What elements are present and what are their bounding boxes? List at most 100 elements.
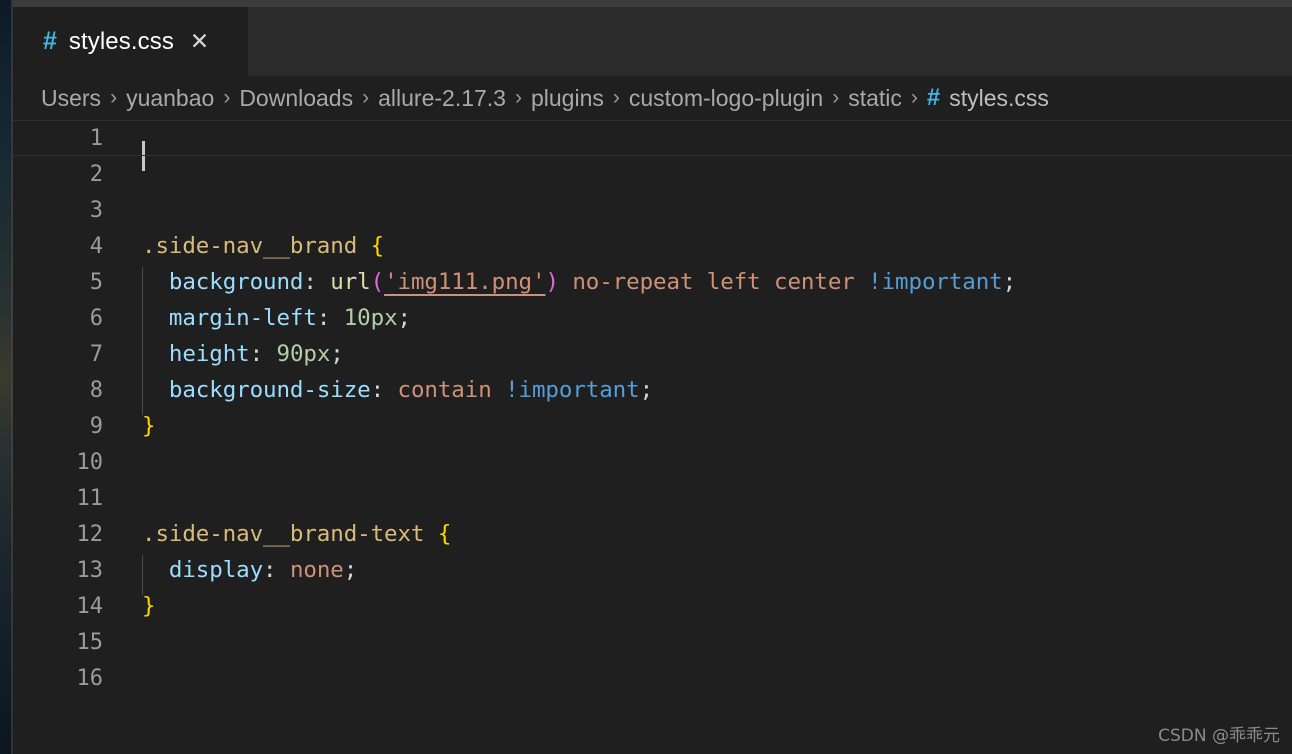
code-token: url (330, 269, 371, 295)
code-token: ; (639, 377, 654, 403)
line-number: 11 (76, 485, 104, 511)
line-number: 1 (89, 125, 103, 151)
code-token: 90px (276, 341, 331, 367)
breadcrumb-separator-icon: › (514, 86, 522, 109)
code-token: { (437, 521, 452, 547)
code-token: display (168, 557, 264, 583)
breadcrumb: Users › yuanbao › Downloads › allure-2.1… (13, 76, 1292, 120)
breadcrumb-separator-icon: › (223, 86, 231, 109)
breadcrumb-file-label: styles.css (949, 84, 1049, 111)
code-token: } (142, 413, 156, 439)
line-number: 16 (76, 665, 104, 691)
code-line-content[interactable]: margin-left: 10px; (103, 303, 1292, 343)
tab-styles-css[interactable]: # styles.css ✕ (13, 7, 248, 76)
breadcrumb-item-users[interactable]: Users (41, 85, 101, 112)
desktop-wallpaper-sliver (0, 0, 13, 754)
code-token: height (168, 341, 250, 367)
tab-title-label: styles.css (68, 27, 174, 55)
code-token: ) (545, 269, 559, 295)
code-line[interactable]: 7 height: 90px; (13, 336, 1292, 379)
code-line-content[interactable]: background: url('img111.png') no-repeat … (103, 267, 1292, 307)
line-number: 15 (76, 629, 104, 655)
watermark-label: CSDN @乖乖元 (1158, 726, 1280, 746)
window-title-bar-strip (13, 0, 1292, 7)
line-number: 10 (76, 449, 104, 475)
close-icon[interactable]: ✕ (190, 30, 209, 53)
code-line-content[interactable]: .side-nav__brand-text { (103, 521, 1292, 547)
breadcrumb-item-yuanbao[interactable]: yuanbao (126, 85, 214, 112)
line-number: 5 (89, 269, 103, 295)
breadcrumb-separator-icon: › (612, 86, 620, 109)
line-number: 6 (89, 305, 103, 331)
code-line-content[interactable]: .side-nav__brand { (103, 233, 1292, 259)
code-token: ; (1002, 269, 1017, 295)
code-line[interactable]: 5 background: url('img111.png') no-repea… (13, 264, 1292, 307)
code-line-content[interactable]: } (103, 413, 1292, 439)
code-token: background (168, 269, 304, 295)
line-number: 7 (89, 341, 103, 367)
code-token: 'img111.png' (384, 269, 546, 295)
code-line[interactable]: 14} (13, 588, 1292, 624)
vscode-editor-window: # styles.css ✕ Users › yuanbao › Downloa… (0, 0, 1292, 754)
code-token: } (142, 593, 156, 619)
line-number: 3 (89, 197, 103, 223)
code-token: : (263, 557, 290, 583)
breadcrumb-separator-icon: › (910, 86, 918, 109)
code-token: .side-nav__brand-text (142, 521, 438, 547)
breadcrumb-item-static[interactable]: static (848, 85, 902, 112)
code-line-content[interactable]: display: none; (103, 555, 1292, 595)
line-number: 12 (76, 521, 104, 547)
code-line-content[interactable]: height: 90px; (103, 339, 1292, 379)
code-token: .side-nav__brand (142, 233, 371, 259)
breadcrumb-item-downloads[interactable]: Downloads (239, 85, 353, 112)
breadcrumb-item-custom-logo-plugin[interactable]: custom-logo-plugin (629, 85, 823, 112)
breadcrumb-item-file[interactable]: # styles.css (927, 84, 1049, 112)
code-token: margin-left (168, 305, 317, 331)
breadcrumb-separator-icon: › (832, 86, 840, 109)
code-line[interactable]: 9} (13, 408, 1292, 444)
code-line[interactable]: 4 .side-nav__brand { (13, 228, 1292, 264)
code-token: ; (397, 305, 412, 331)
code-token: { (370, 233, 385, 259)
code-token: no-repeat left center (558, 269, 869, 295)
code-line[interactable]: 16 (13, 660, 1292, 696)
code-token: !important (505, 377, 640, 403)
line-number: 14 (76, 593, 104, 619)
line-number: 8 (89, 377, 103, 403)
code-line[interactable]: 15 (13, 624, 1292, 660)
editor-tab-bar: # styles.css ✕ (13, 7, 1292, 76)
code-token: ; (330, 341, 344, 367)
css-file-hash-icon: # (926, 84, 940, 111)
code-line[interactable]: 13 display: none; (13, 552, 1292, 595)
line-number: 2 (89, 161, 103, 187)
breadcrumb-separator-icon: › (110, 86, 118, 109)
code-line[interactable]: 3 (13, 192, 1292, 228)
line-number: 4 (89, 233, 103, 259)
breadcrumb-separator-icon: › (362, 86, 370, 109)
code-line[interactable]: 10 (13, 444, 1292, 480)
code-token: : (303, 269, 331, 295)
code-line[interactable]: 11 (13, 480, 1292, 516)
breadcrumb-item-allure[interactable]: allure-2.17.3 (378, 85, 506, 112)
code-token: : (370, 377, 398, 403)
code-line[interactable]: 2 (13, 156, 1292, 192)
code-line[interactable]: 6 margin-left: 10px; (13, 300, 1292, 343)
code-token: 10px (343, 305, 398, 331)
code-line-content[interactable]: background-size: contain !important; (103, 375, 1292, 415)
code-line[interactable]: 8 background-size: contain !important; (13, 372, 1292, 415)
line-number: 9 (89, 413, 103, 439)
code-token: none (289, 557, 344, 583)
breadcrumb-item-plugins[interactable]: plugins (531, 85, 604, 112)
code-line[interactable]: 1 (13, 120, 1292, 171)
code-line-content[interactable]: } (103, 593, 1292, 619)
code-token: : (249, 341, 277, 367)
code-line[interactable]: 12 .side-nav__brand-text { (13, 516, 1292, 552)
css-file-hash-icon: # (43, 27, 57, 55)
code-editor-area[interactable]: 1 2 3 4 .side-nav__brand {5 background: url(… (13, 120, 1292, 754)
line-number: 13 (76, 557, 104, 583)
